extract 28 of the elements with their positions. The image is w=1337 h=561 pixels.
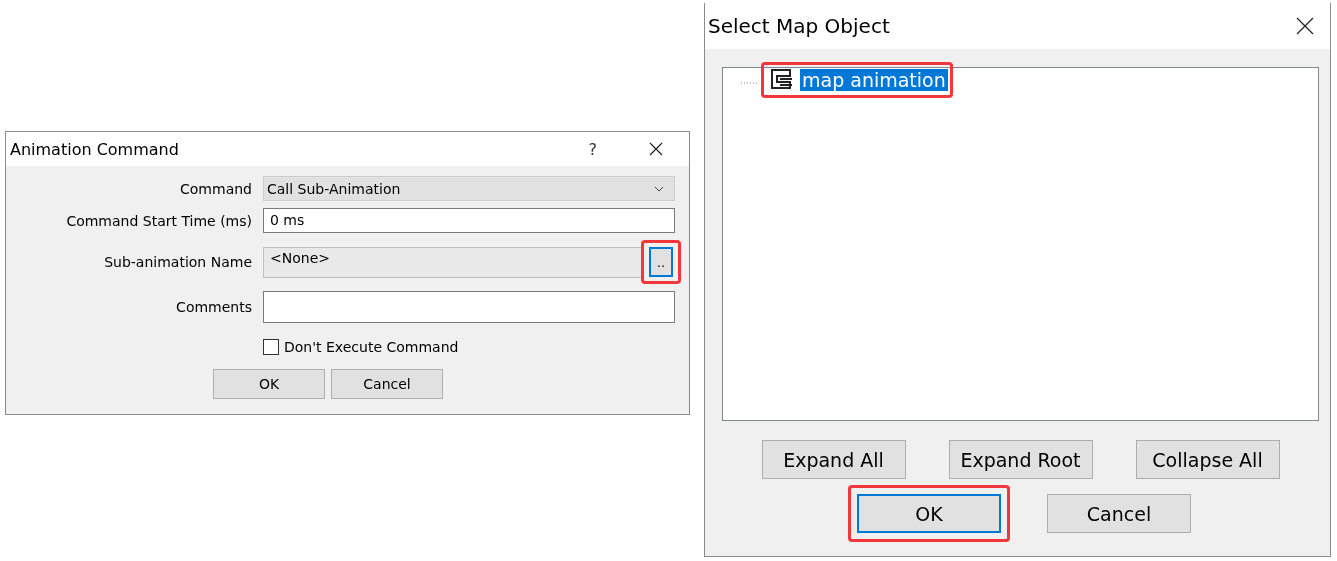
chevron-icon xyxy=(654,185,664,192)
input-field[interactable]: <None> xyxy=(263,246,643,278)
tree-line xyxy=(741,82,759,84)
checkbox-label: Don't Execute Command xyxy=(284,339,459,355)
dialog-button[interactable]: Cancel xyxy=(1047,494,1191,533)
input-field[interactable] xyxy=(263,291,675,323)
dialog-button[interactable]: Collapse All xyxy=(1135,440,1280,479)
field-label: Sub-animation Name xyxy=(103,254,252,270)
dialog-button[interactable]: OK xyxy=(857,494,1001,533)
dialog-button[interactable]: .. xyxy=(649,247,673,277)
tree-item-label: map animation xyxy=(800,69,948,91)
field-label: Command Start Time (ms) xyxy=(65,212,252,229)
window-title: Select Map Object xyxy=(708,14,890,38)
close-icon[interactable] xyxy=(649,142,663,156)
field-label: Comments xyxy=(175,299,252,315)
close-icon[interactable] xyxy=(1296,17,1314,35)
dialog-button[interactable]: OK xyxy=(213,369,325,399)
window-title: Animation Command xyxy=(10,139,179,159)
field-label: Command xyxy=(179,180,252,197)
tree-item[interactable]: map animation xyxy=(770,68,948,92)
dialog-button[interactable]: Cancel xyxy=(331,369,443,399)
dialog-button[interactable]: Expand All xyxy=(761,440,906,479)
help-button[interactable]: ? xyxy=(588,139,597,159)
dropdown[interactable]: Call Sub-Animation xyxy=(263,176,675,201)
diagram-icon xyxy=(770,68,794,92)
checkbox[interactable] xyxy=(263,339,279,355)
input-field[interactable]: 0 ms xyxy=(263,208,675,233)
dialog-button[interactable]: Expand Root xyxy=(948,440,1093,479)
